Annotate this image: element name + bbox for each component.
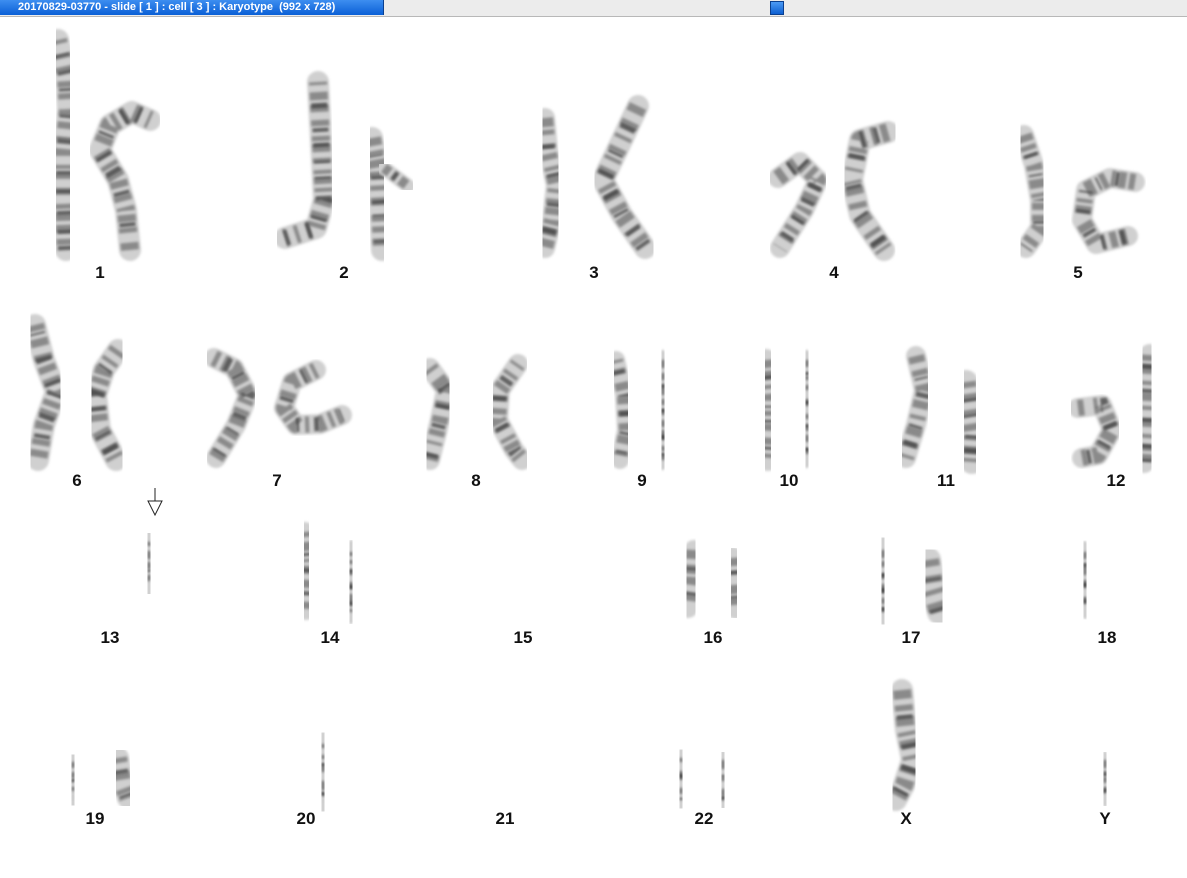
chromosome-label-17: 17 (902, 628, 921, 647)
chromosome-label-19: 19 (86, 809, 105, 828)
chromosome-pair-6[interactable] (24, 314, 129, 471)
chromosome-label-21: 21 (496, 809, 515, 828)
chromosome-label-14: 14 (321, 628, 340, 647)
title-bar: 20170829-03770 - slide [ 1 ] : cell [ 3 … (0, 0, 1187, 17)
scrollbar-thumb[interactable] (770, 1, 784, 15)
arrow-head (147, 500, 163, 517)
chromosome-label-11: 11 (937, 471, 955, 490)
chromosome-label-10: 10 (780, 471, 799, 490)
chromosome-pair-3[interactable] (535, 95, 656, 259)
chromosome-pair-19[interactable] (57, 747, 139, 813)
chromosome-label-8: 8 (471, 471, 480, 490)
chromosome-pair-18[interactable] (1073, 541, 1138, 619)
arrow-down-outline-icon (147, 488, 163, 517)
chromosome-label-7: 7 (272, 471, 281, 490)
chromosome-pair-4[interactable] (768, 121, 899, 261)
karyotype-canvas: 1 2 3 4 56 7 8 9 10 11 1213 14 15 16 17 1819 20 21 22 X Y (24, 29, 1161, 828)
chromosome-label-5: 5 (1073, 263, 1082, 282)
chromosome-pair-20[interactable] (271, 731, 337, 813)
chromosome-pair-13[interactable] (48, 520, 164, 622)
chromosome-label-15: 15 (514, 628, 533, 647)
chromosome-pair-22[interactable] (670, 748, 734, 810)
chromosome-pair-16[interactable] (678, 540, 747, 619)
chromosome-label-4: 4 (829, 263, 839, 282)
chromosome-pair-12[interactable] (1068, 344, 1161, 473)
chromosome-pair-10[interactable] (755, 349, 818, 471)
chromosome-label-1: 1 (95, 263, 104, 282)
chromosome-pair-9[interactable] (607, 350, 674, 470)
chromosome-pair-y[interactable] (1095, 751, 1115, 807)
chromosome-label-y: Y (1099, 809, 1111, 828)
chromosome-pair-5[interactable] (1014, 125, 1145, 258)
chromosome-label-20: 20 (297, 809, 316, 828)
chromosome-label-13: 13 (101, 628, 120, 647)
chromosome-label-x: X (900, 809, 912, 828)
chromosome-label-12: 12 (1107, 471, 1126, 490)
chromosome-pair-1[interactable] (47, 29, 161, 261)
chromatid-bands (714, 760, 732, 801)
chromosome-pair-2[interactable] (274, 71, 415, 261)
chromosome-pair-17[interactable] (868, 536, 953, 626)
chromosome-pair-x[interactable] (885, 679, 923, 811)
chromosome-pair-15[interactable] (489, 526, 558, 624)
window-title[interactable]: 20170829-03770 - slide [ 1 ] : cell [ 3 … (0, 0, 384, 15)
chromosome-pair-21[interactable] (476, 745, 531, 811)
chromosome-label-9: 9 (637, 471, 646, 490)
chromosome-label-3: 3 (589, 263, 598, 282)
chromosome-label-2: 2 (339, 263, 348, 282)
chromosome-pair-14[interactable] (295, 522, 364, 624)
chromosome-label-16: 16 (704, 628, 723, 647)
chromosome-label-6: 6 (72, 471, 81, 490)
chromosome-pair-8[interactable] (420, 354, 532, 470)
chromosome-label-22: 22 (695, 809, 714, 828)
chromosome-pair-11[interactable] (896, 346, 986, 474)
chromosome-label-18: 18 (1098, 628, 1117, 647)
chromosome-pair-7[interactable] (204, 348, 352, 468)
